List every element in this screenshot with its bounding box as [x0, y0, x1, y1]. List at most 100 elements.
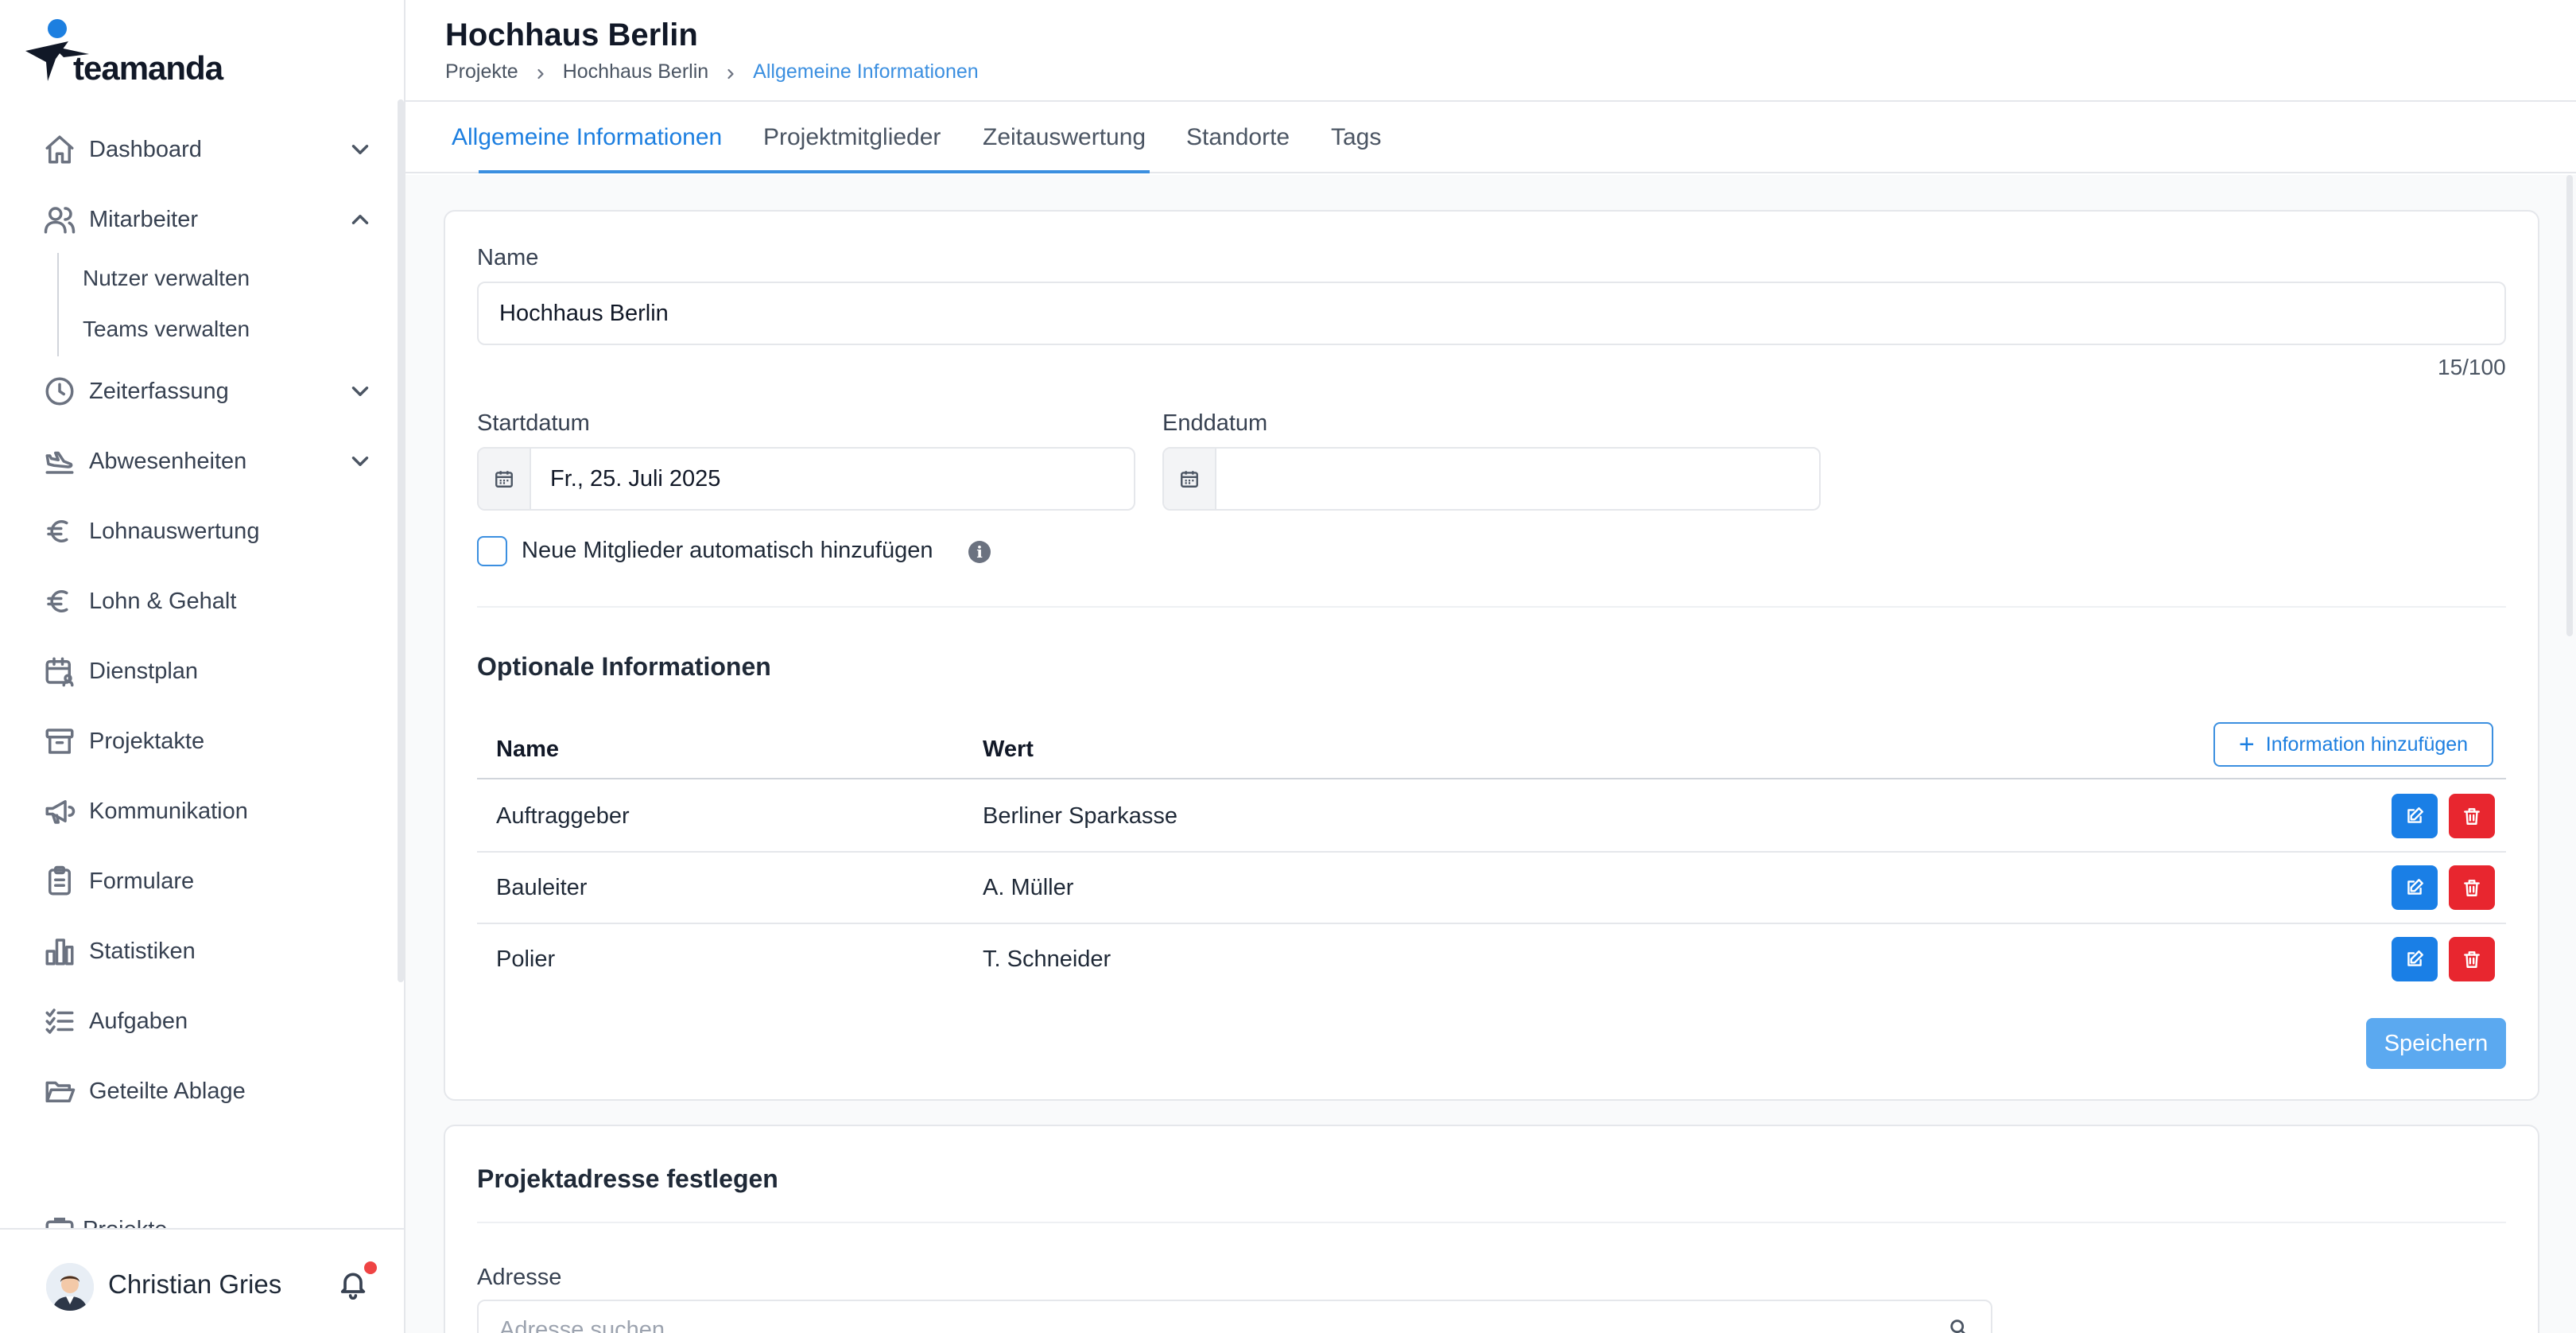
sidebar-item-statistiken[interactable]: Statistiken — [40, 927, 374, 975]
trash-icon — [2464, 808, 2480, 825]
sidebar-item-geteilte-ablage[interactable]: Geteilte Ablage — [40, 1067, 374, 1115]
chevron-down-icon[interactable] — [347, 448, 374, 475]
row-name: Auftraggeber — [496, 803, 630, 829]
sidebar-subitem-nutzer-verwalten[interactable]: Nutzer verwalten — [83, 266, 250, 291]
tab-allgemeine-informationen[interactable]: Allgemeine Informationen — [452, 102, 722, 173]
breadcrumb-projekte[interactable]: Projekte — [445, 60, 518, 84]
folder-open-icon — [40, 1071, 80, 1111]
search-icon[interactable] — [1948, 1317, 1970, 1333]
calendar-icon — [479, 449, 531, 509]
tab-bar: Allgemeine Informationen Projektmitglied… — [405, 102, 2576, 173]
add-information-button[interactable]: + Information hinzufügen — [2213, 722, 2493, 767]
sidebar-item-label: Lohnauswertung — [89, 518, 260, 544]
chevron-up-icon[interactable] — [347, 206, 374, 233]
project-address-title: Projektadresse festlegen — [477, 1164, 778, 1193]
page-title: Hochhaus Berlin — [445, 17, 698, 52]
add-information-label: Information hinzufügen — [2265, 733, 2469, 756]
sidebar-item-abwesenheiten[interactable]: Abwesenheiten — [40, 437, 374, 485]
sidebar-item-label: Dienstplan — [89, 658, 199, 684]
auto-add-members-label[interactable]: Neue Mitglieder automatisch hinzufügen — [522, 538, 933, 564]
tab-tags[interactable]: Tags — [1331, 102, 1381, 173]
sidebar-item-projektakte[interactable]: Projektakte — [40, 717, 374, 765]
sidebar-item-formulare[interactable]: Formulare — [40, 857, 374, 905]
euro-icon — [40, 581, 80, 621]
edit-button[interactable] — [2392, 865, 2438, 910]
row-value: T. Schneider — [983, 946, 1111, 972]
users-icon — [40, 200, 80, 239]
pencil-icon — [2407, 879, 2423, 895]
row-value: Berliner Sparkasse — [983, 803, 1177, 829]
sidebar-item-label: Abwesenheiten — [89, 448, 247, 474]
optional-info-title: Optionale Informationen — [477, 652, 771, 681]
delete-button[interactable] — [2449, 937, 2495, 981]
table-row: Auftraggeber Berliner Sparkasse — [477, 781, 2506, 853]
sidebar-item-mitarbeiter[interactable]: Mitarbeiter — [40, 196, 374, 243]
logo-wordmark: teamanda — [73, 49, 223, 87]
sidebar-item-label: Geteilte Ablage — [89, 1078, 246, 1104]
sidebar-item-label: Formulare — [89, 868, 195, 894]
clipboard-icon — [40, 861, 80, 901]
name-label: Name — [477, 245, 539, 270]
name-input[interactable]: Hochhaus Berlin — [477, 282, 2506, 345]
tab-zeitauswertung[interactable]: Zeitauswertung — [983, 102, 1146, 173]
breadcrumb-project[interactable]: Hochhaus Berlin — [563, 60, 708, 84]
column-header-value: Wert — [983, 736, 1034, 762]
trash-icon — [2464, 880, 2480, 896]
breadcrumb: Projekte Hochhaus Berlin Allgemeine Info… — [445, 60, 979, 84]
start-date-label: Startdatum — [477, 410, 590, 436]
edit-button[interactable] — [2392, 794, 2438, 838]
megaphone-icon — [40, 791, 80, 831]
edit-button[interactable] — [2392, 937, 2438, 981]
delete-button[interactable] — [2449, 794, 2495, 838]
optional-info-table-header: Name Wert — [477, 716, 2506, 779]
sidebar-scrollbar[interactable] — [398, 99, 404, 982]
checklist-icon — [40, 1001, 80, 1041]
teamanda-logo[interactable]: teamanda — [24, 17, 231, 89]
tab-projektmitglieder[interactable]: Projektmitglieder — [763, 102, 941, 173]
auto-add-members-checkbox[interactable] — [477, 536, 507, 566]
sidebar: teamanda Dashboard Mitarbeiter Nutzer ve… — [0, 0, 405, 1333]
avatar[interactable] — [46, 1263, 94, 1311]
submenu-line — [57, 253, 59, 356]
avatar-icon — [46, 1263, 94, 1311]
sidebar-item-lohnauswertung[interactable]: Lohnauswertung — [40, 507, 374, 555]
sidebar-item-aufgaben[interactable]: Aufgaben — [40, 997, 374, 1045]
address-label: Adresse — [477, 1265, 562, 1290]
delete-button[interactable] — [2449, 865, 2495, 910]
sidebar-item-label: Projektakte — [89, 728, 205, 754]
breadcrumb-current: Allgemeine Informationen — [753, 60, 979, 83]
sidebar-item-label: Dashboard — [89, 136, 202, 162]
trash-icon — [2464, 951, 2480, 968]
sidebar-item-label: Kommunikation — [89, 798, 248, 824]
address-search-input[interactable]: Adresse suchen — [477, 1300, 1992, 1333]
chevron-down-icon[interactable] — [347, 378, 374, 405]
sidebar-subitem-teams-verwalten[interactable]: Teams verwalten — [83, 317, 250, 342]
chevron-down-icon[interactable] — [347, 136, 374, 163]
sidebar-item-zeiterfassung[interactable]: Zeiterfassung — [40, 367, 374, 415]
sidebar-item-dienstplan[interactable]: Dienstplan — [40, 647, 374, 695]
bar-chart-icon — [40, 931, 80, 971]
sidebar-item-label: Mitarbeiter — [89, 206, 198, 232]
row-value: A. Müller — [983, 875, 1074, 900]
plane-icon — [40, 441, 80, 481]
table-row: Bauleiter A. Müller — [477, 853, 2506, 924]
home-icon — [40, 130, 80, 169]
sidebar-item-lohn-gehalt[interactable]: Lohn & Gehalt — [40, 577, 374, 625]
euro-icon — [40, 511, 80, 551]
start-date-input[interactable]: Fr., 25. Juli 2025 — [477, 447, 1135, 511]
save-button[interactable]: Speichern — [2366, 1018, 2506, 1069]
section-divider — [477, 606, 2506, 608]
end-date-input[interactable] — [1162, 447, 1821, 511]
column-header-name: Name — [496, 736, 559, 762]
user-name[interactable]: Christian Gries — [108, 1269, 281, 1300]
sidebar-item-dashboard[interactable]: Dashboard — [40, 126, 374, 173]
sidebar-item-label: Aufgaben — [89, 1008, 188, 1034]
page-header: Hochhaus Berlin Projekte Hochhaus Berlin… — [405, 0, 2576, 102]
tab-standorte[interactable]: Standorte — [1186, 102, 1290, 173]
info-icon[interactable]: i — [968, 541, 991, 563]
sidebar-item-kommunikation[interactable]: Kommunikation — [40, 787, 374, 835]
row-name: Bauleiter — [496, 875, 588, 900]
table-row: Polier T. Schneider — [477, 924, 2506, 996]
main-scrollbar[interactable] — [2566, 175, 2573, 636]
start-date-value: Fr., 25. Juli 2025 — [550, 465, 721, 492]
